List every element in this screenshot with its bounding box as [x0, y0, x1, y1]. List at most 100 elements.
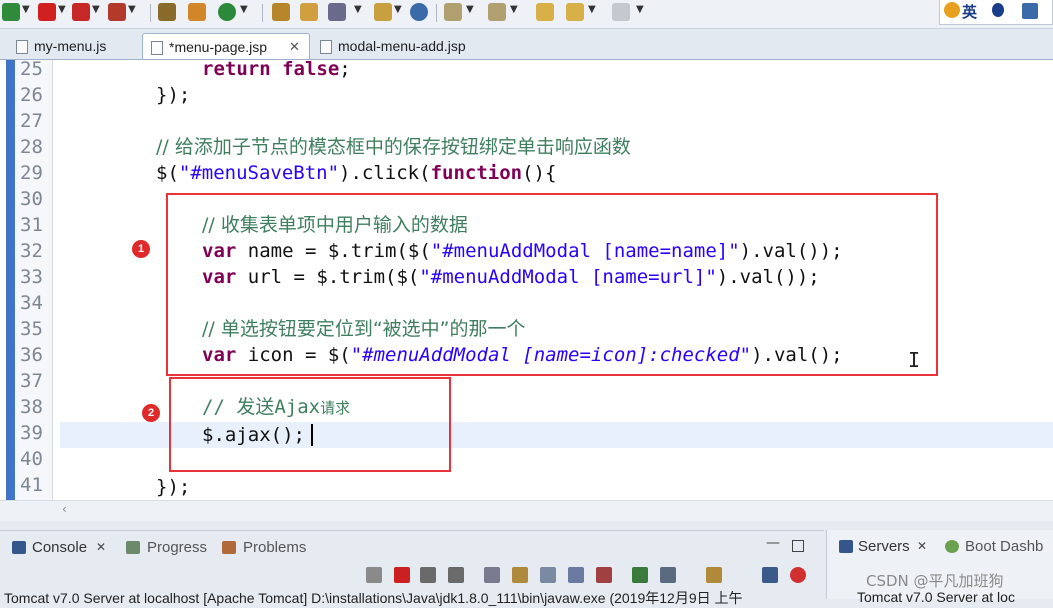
line-number: 40 [20, 448, 43, 470]
build-icon[interactable] [188, 3, 206, 21]
tab-boot-dashboard[interactable]: Boot Dashb [965, 538, 1043, 555]
run-icon[interactable] [72, 3, 90, 21]
pin-console-icon[interactable] [632, 567, 648, 583]
hierarchy-icon[interactable] [158, 3, 176, 21]
back-history-icon[interactable] [536, 3, 554, 21]
remove-launch-icon[interactable] [420, 567, 436, 583]
close-icon[interactable]: ✕ [96, 540, 106, 554]
globe-icon[interactable] [410, 3, 428, 21]
line-number: 39 [20, 422, 43, 444]
input-method-panel[interactable]: 英 [939, 0, 1053, 25]
tab-menu-page-jsp[interactable]: *menu-page.jsp ✕ [142, 33, 310, 59]
tab-console[interactable]: Console [32, 539, 87, 556]
scroll-lock-icon[interactable] [512, 567, 528, 583]
line-number: 31 [20, 214, 43, 236]
line-number: 41 [20, 474, 43, 496]
code-comment: // 给添加子节点的模态框中的保存按钮绑定单击响应函数 [156, 136, 631, 158]
code-line-25[interactable]: return false; [202, 57, 351, 81]
pin-icon[interactable] [366, 567, 382, 583]
clear-console-icon[interactable] [484, 567, 500, 583]
chevron-down-icon[interactable]: ▼ [240, 4, 248, 15]
code-line-29[interactable]: $("#menuSaveBtn").click(function(){ [156, 161, 556, 185]
toolbar-separator [150, 4, 151, 22]
chevron-down-icon[interactable]: ▼ [354, 4, 362, 15]
refresh-icon[interactable] [218, 3, 236, 21]
line-number: 38 [20, 396, 43, 418]
code-line-28[interactable]: // 给添加子节点的模态框中的保存按钮绑定单击响应函数 [156, 135, 631, 159]
code-string: "#menuSaveBtn" [178, 162, 340, 184]
chevron-down-icon[interactable]: ▼ [128, 4, 136, 15]
chevron-down-icon[interactable]: ▼ [466, 4, 474, 15]
folder-open-icon[interactable] [374, 3, 392, 21]
line-number: 37 [20, 370, 43, 392]
terminate-icon[interactable] [394, 567, 410, 583]
line-number: 35 [20, 318, 43, 340]
line-number: 32 [20, 240, 43, 262]
up-arrow-icon[interactable] [488, 3, 506, 21]
line-number: 27 [20, 110, 43, 132]
tab-progress[interactable]: Progress [147, 539, 207, 556]
tab-label: modal-menu-add.jsp [338, 38, 466, 54]
annotation-badge-1: 1 [132, 240, 150, 258]
chevron-down-icon[interactable]: ▼ [510, 4, 518, 15]
forward-icon[interactable] [612, 3, 630, 21]
code-keyword: return false [202, 58, 340, 80]
input-language-label: 英 [962, 3, 978, 21]
code-text: }); [156, 476, 191, 498]
chevron-down-icon[interactable]: ▼ [22, 4, 30, 15]
tab-servers[interactable]: Servers [858, 538, 910, 555]
code-line-26[interactable]: }); [156, 83, 190, 107]
tab-modal-menu-add-jsp[interactable]: modal-menu-add.jsp [312, 33, 492, 59]
back-icon[interactable] [566, 3, 584, 21]
watermark: CSDN @平凡加班狗 [866, 572, 1004, 590]
word-wrap-icon[interactable] [540, 567, 556, 583]
line-number: 36 [20, 344, 43, 366]
jsp-file-icon [320, 40, 332, 54]
code-text: ; [339, 58, 351, 80]
display-console-icon[interactable] [660, 567, 676, 583]
line-number: 26 [20, 84, 43, 106]
annotation-badge-2: 2 [142, 404, 160, 422]
console-output: Tomcat v7.0 Server at localhost [Apache … [4, 590, 743, 606]
main-toolbar: ▼ ▼ ▼ ▼ ▼ ▼ ▼ ▼ ▼ ▼ ▼ 英 [0, 0, 1053, 29]
chevron-down-icon[interactable]: ▼ [636, 4, 644, 15]
show-stderr-icon[interactable] [596, 567, 612, 583]
server-icon[interactable] [108, 3, 126, 21]
code-editor[interactable]: 25 26 27 28 29 30 31 32 33 34 35 36 37 3… [0, 57, 1053, 500]
show-stdout-icon[interactable] [568, 567, 584, 583]
chevron-down-icon[interactable]: ▼ [92, 4, 100, 15]
chevron-down-icon[interactable]: ▼ [588, 4, 596, 15]
code-line-41[interactable]: }); [156, 475, 190, 499]
line-number: 33 [20, 266, 43, 288]
remove-all-icon[interactable] [448, 567, 464, 583]
tab-my-menu-js[interactable]: my-menu.js [6, 33, 136, 59]
stop-icon[interactable] [38, 3, 56, 21]
chevron-down-icon[interactable]: ▼ [394, 4, 402, 15]
chevron-down-icon[interactable]: ▼ [58, 4, 66, 15]
debug-icon[interactable] [2, 3, 20, 21]
line-number: 25 [20, 58, 43, 80]
scroll-left-icon[interactable]: ‹ [62, 502, 67, 516]
wand-icon[interactable] [328, 3, 346, 21]
js-file-icon [16, 40, 28, 54]
close-icon[interactable]: ✕ [917, 539, 927, 553]
editor-horizontal-scrollbar[interactable]: ‹ [0, 500, 1053, 521]
code-text: (){ [522, 162, 557, 184]
console-view-menu-icon[interactable] [762, 567, 778, 583]
maximize-icon[interactable] [792, 540, 804, 552]
jsp-file-icon [151, 41, 163, 55]
code-text: $( [156, 162, 179, 184]
open-console-icon[interactable] [706, 567, 722, 583]
debug-perspective-icon[interactable] [790, 567, 806, 583]
overview-ruler [6, 60, 15, 500]
boot-dashboard-icon [945, 540, 959, 553]
tab-problems[interactable]: Problems [243, 539, 306, 556]
settings-icon [1022, 3, 1038, 19]
console-icon [12, 541, 26, 554]
open-folder-icon[interactable] [272, 3, 290, 21]
toolbar-separator [262, 4, 263, 22]
down-arrow-icon[interactable] [444, 3, 462, 21]
minimize-icon[interactable]: — [766, 535, 780, 551]
code-text: ).click( [339, 162, 431, 184]
folder-icon[interactable] [300, 3, 318, 21]
